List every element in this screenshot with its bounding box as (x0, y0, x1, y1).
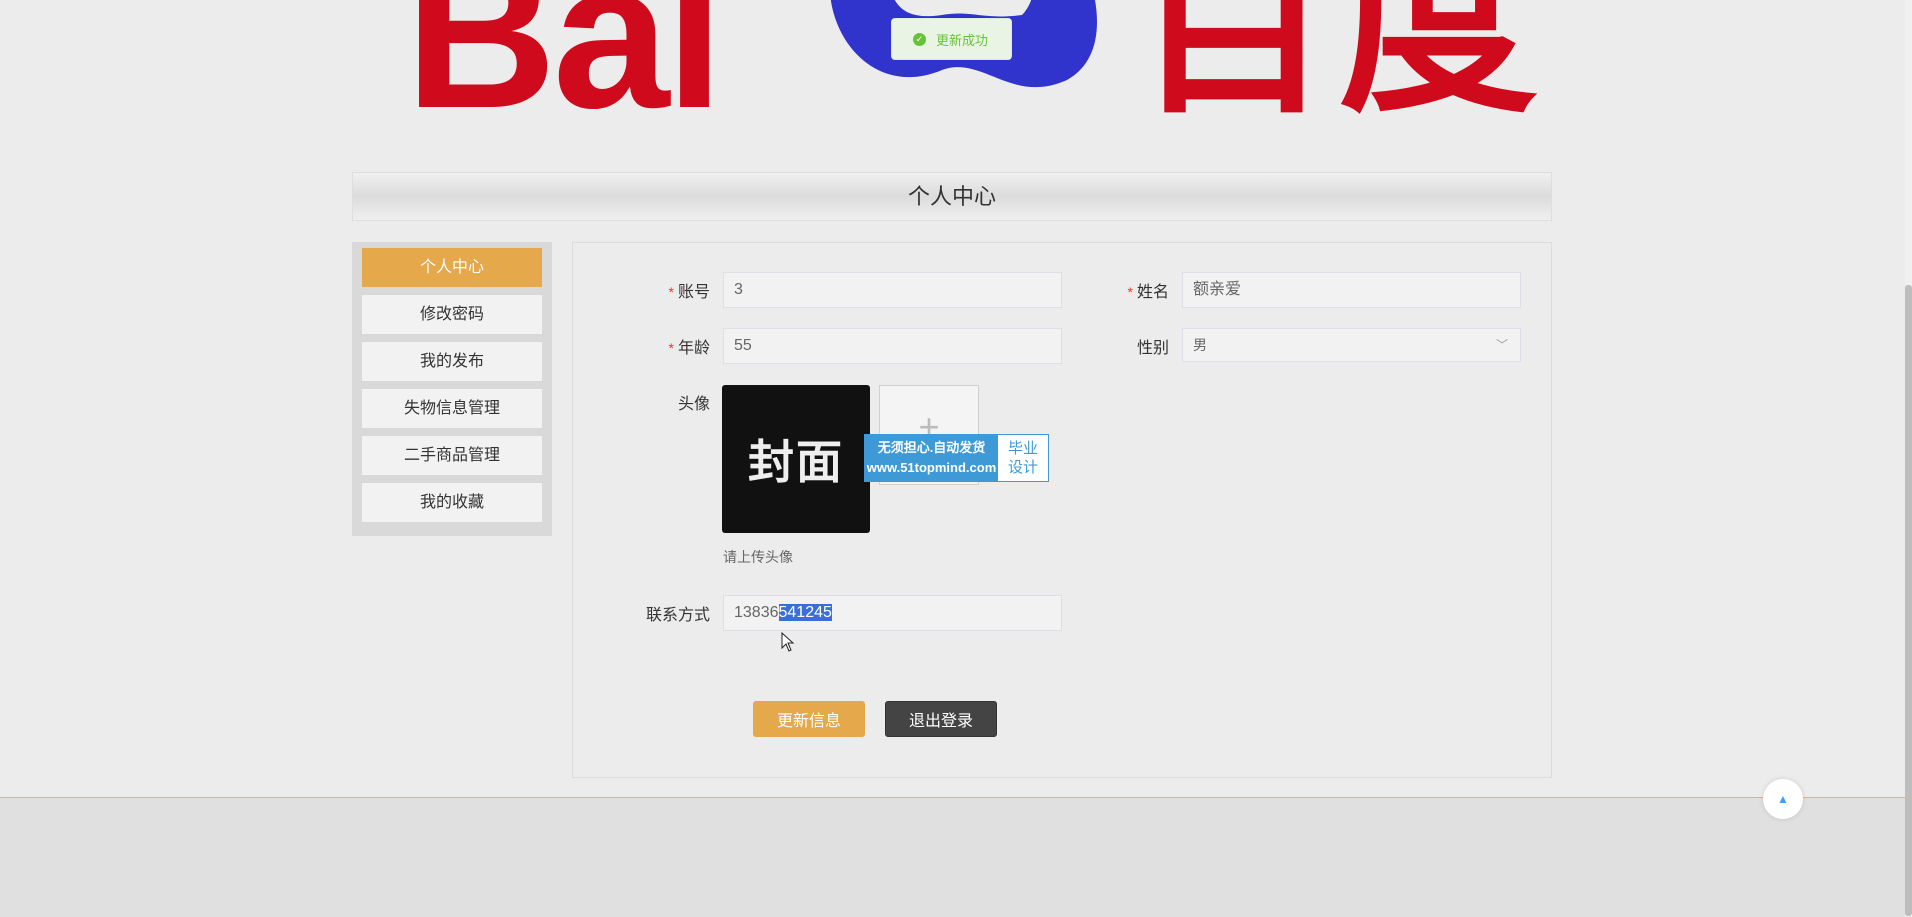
sidebar-item-change-password[interactable]: 修改密码 (362, 295, 542, 334)
gender-select[interactable]: 男 ﹀ (1182, 328, 1521, 362)
sidebar-item-favorites[interactable]: 我的收藏 (362, 483, 542, 522)
contact-label: 联系方式 (645, 607, 710, 624)
avatar-label: 头像 (677, 396, 710, 413)
required-mark: * (668, 284, 674, 300)
watermark-line1: 无须担心.自动发货 (877, 440, 986, 455)
watermark-line2: www.51topmind.com (866, 460, 997, 475)
name-field[interactable]: 额亲爱 (1182, 272, 1521, 308)
sidebar-item-lost-items[interactable]: 失物信息管理 (362, 389, 542, 428)
name-label: * 姓名 (1127, 284, 1169, 301)
age-label: * 年龄 (668, 340, 710, 357)
gender-label: 性别 (1136, 340, 1169, 357)
check-circle-icon: ✓ (913, 32, 926, 46)
account-label: * 账号 (668, 284, 710, 301)
avatar-image[interactable]: 封面 (722, 385, 870, 533)
age-field[interactable]: 55 (723, 328, 1062, 364)
success-toast: ✓ 更新成功 (891, 18, 1012, 60)
caret-up-icon[interactable]: ▲ (1763, 779, 1803, 819)
update-info-button[interactable]: 更新信息 (753, 701, 865, 737)
contact-field[interactable]: 13836541245 (723, 595, 1062, 631)
footer (0, 797, 1905, 917)
watermark-side1: 毕业 (1007, 440, 1038, 457)
sidebar-item-profile[interactable]: 个人中心 (362, 248, 542, 287)
contact-value-prefix: 13836 (734, 604, 779, 621)
contact-value-selected: 541245 (778, 604, 832, 621)
watermark-badge: 无须担心.自动发货 www.51topmind.com 毕业 设计 (864, 434, 1049, 482)
scrollbar-thumb[interactable] (1905, 285, 1912, 916)
sidebar: 个人中心 修改密码 我的发布 失物信息管理 二手商品管理 我的收藏 (352, 242, 552, 536)
required-mark: * (1127, 284, 1133, 300)
account-field[interactable]: 3 (723, 272, 1062, 308)
sidebar-item-my-posts[interactable]: 我的发布 (362, 342, 542, 381)
logout-button[interactable]: 退出登录 (885, 701, 997, 737)
required-mark: * (668, 340, 674, 356)
page-title: 个人中心 (352, 172, 1552, 221)
page-scrollbar[interactable] (1905, 0, 1912, 916)
chevron-down-icon: ﹀ (1495, 338, 1508, 352)
sidebar-item-secondhand-goods[interactable]: 二手商品管理 (362, 436, 542, 475)
mouse-cursor-icon (781, 632, 795, 652)
watermark-side2: 设计 (1007, 459, 1038, 476)
toast-text: 更新成功 (936, 32, 989, 48)
baidu-logo-latin: Bai (405, 0, 724, 140)
baidu-logo-chinese: 百度 (1132, 0, 1545, 140)
profile-form-panel (572, 242, 1552, 778)
avatar-hint: 请上传头像 (723, 549, 793, 565)
gender-select-value: 男 (1193, 337, 1207, 353)
